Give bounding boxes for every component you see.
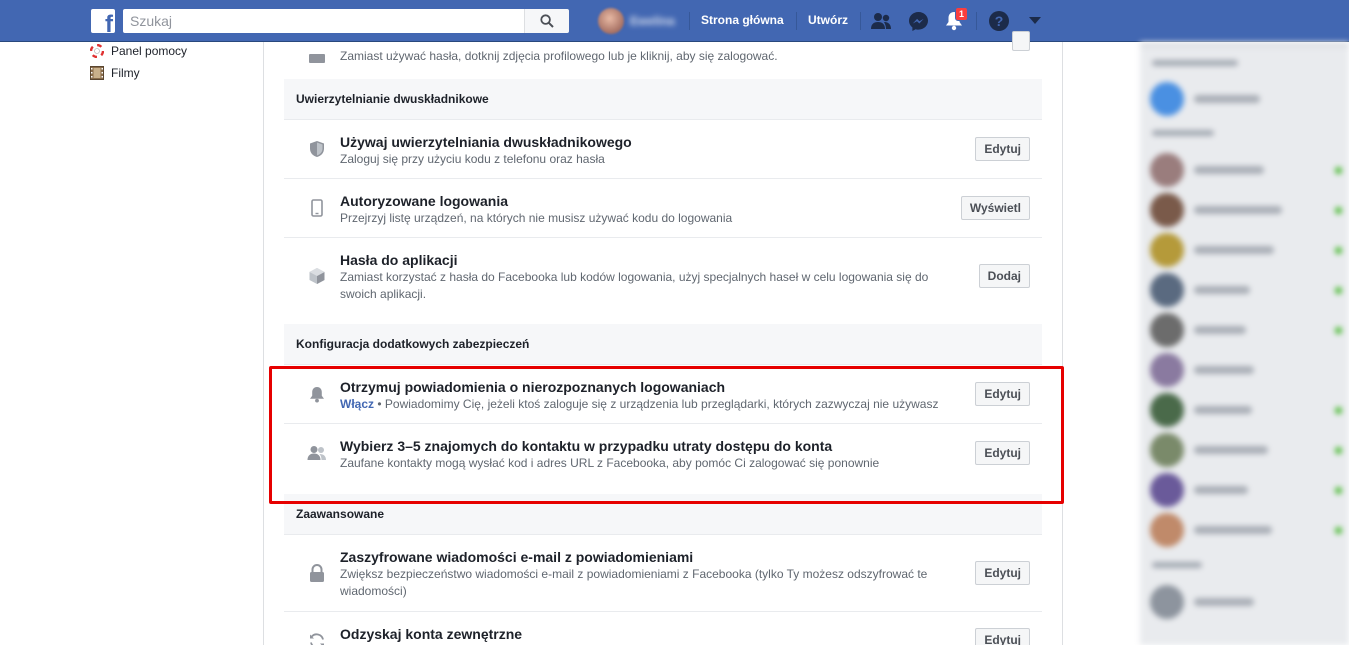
- chat-contact[interactable]: [1150, 353, 1349, 389]
- chat-section-label: [1152, 130, 1214, 136]
- avatar: [1150, 353, 1184, 387]
- contact-name: [1194, 598, 1254, 606]
- contact-name: [1194, 486, 1248, 494]
- lock-icon: [306, 562, 328, 584]
- contact-name: [1194, 246, 1274, 254]
- contact-name: [1194, 366, 1254, 374]
- avatar: [1150, 433, 1184, 467]
- refresh-icon: [306, 630, 328, 645]
- avatar: [1150, 473, 1184, 507]
- edit-button[interactable]: Edytuj: [975, 561, 1030, 585]
- avatar: [1150, 193, 1184, 227]
- chat-contact[interactable]: [1150, 193, 1349, 229]
- chat-sidebar: [1140, 42, 1349, 645]
- phone-icon: [306, 197, 328, 219]
- contact-name: [1194, 95, 1260, 103]
- settings-row-desc: Zamiast używać hasła, dotknij zdjęcia pr…: [340, 49, 778, 63]
- contact-name: [1194, 206, 1282, 214]
- settings-row-title: Hasła do aplikacji: [340, 252, 458, 268]
- online-status-icon: [1335, 487, 1342, 494]
- settings-row-two-factor[interactable]: Używaj uwierzytelniania dwuskładnikowego…: [284, 119, 1042, 178]
- settings-row-app-passwords[interactable]: Hasła do aplikacji Zamiast korzystać z h…: [284, 237, 1042, 324]
- section-heading-two-factor: Uwierzytelnianie dwuskładnikowe: [284, 79, 1042, 119]
- chat-contact[interactable]: [1150, 82, 1349, 118]
- chat-contact[interactable]: [1150, 273, 1349, 309]
- lifebuoy-icon: [89, 43, 105, 59]
- settings-row-desc: Zwiększ bezpieczeństwo wiadomości e-mail…: [340, 567, 928, 598]
- edit-button[interactable]: Edytuj: [975, 137, 1030, 161]
- add-button[interactable]: Dodaj: [978, 264, 1030, 288]
- settings-row-recover-external-accounts[interactable]: Odzyskaj konta zewnętrzne Edytuj: [284, 611, 1042, 645]
- online-status-icon: [1335, 527, 1342, 534]
- contact-name: [1194, 526, 1272, 534]
- avatar: [1150, 585, 1184, 619]
- chat-contact[interactable]: [1150, 393, 1349, 429]
- chat-section-label: [1152, 60, 1238, 66]
- settings-row-title: Zaszyfrowane wiadomości e-mail z powiado…: [340, 549, 694, 565]
- left-nav-label: Panel pomocy: [111, 44, 188, 58]
- avatar: [1150, 153, 1184, 187]
- security-settings-panel: Zamiast używać hasła, dotknij zdjęcia pr…: [263, 31, 1063, 645]
- avatar: [1150, 233, 1184, 267]
- settings-row-title: Odzyskaj konta zewnętrzne: [340, 626, 523, 642]
- online-status-icon: [1335, 167, 1342, 174]
- chat-contact[interactable]: [1150, 513, 1349, 549]
- settings-row-encrypted-emails[interactable]: Zaszyfrowane wiadomości e-mail z powiado…: [284, 534, 1042, 611]
- left-nav-films[interactable]: Filmy: [89, 65, 140, 81]
- chat-contact[interactable]: [1150, 153, 1349, 189]
- settings-row-profile-login: Zamiast używać hasła, dotknij zdjęcia pr…: [284, 22, 1042, 80]
- online-status-icon: [1335, 247, 1342, 254]
- online-status-icon: [1335, 327, 1342, 334]
- notification-count-badge: 1: [955, 7, 969, 21]
- chat-contact[interactable]: [1150, 585, 1349, 621]
- online-status-icon: [1335, 287, 1342, 294]
- avatar: [1150, 393, 1184, 427]
- chat-contact[interactable]: [1150, 473, 1349, 509]
- contact-name: [1194, 326, 1246, 334]
- contact-name: [1194, 166, 1264, 174]
- online-status-icon: [1335, 447, 1342, 454]
- contact-name: [1194, 406, 1252, 414]
- left-nav-help-panel[interactable]: Panel pomocy: [89, 43, 187, 59]
- film-icon: [89, 65, 105, 81]
- online-status-icon: [1335, 207, 1342, 214]
- edit-button[interactable]: [1012, 31, 1030, 51]
- edit-button[interactable]: Edytuj: [975, 628, 1030, 645]
- online-status-icon: [1335, 407, 1342, 414]
- settings-row-title: Autoryzowane logowania: [340, 193, 509, 209]
- chat-contact[interactable]: [1150, 313, 1349, 349]
- settings-row-authorized-logins[interactable]: Autoryzowane logowania Przejrzyj listę u…: [284, 178, 1042, 237]
- contact-name: [1194, 286, 1250, 294]
- avatar: [1150, 273, 1184, 307]
- chat-section-label: [1152, 562, 1202, 568]
- avatar: [1150, 513, 1184, 547]
- settings-row-title: Używaj uwierzytelniania dwuskładnikowego: [340, 134, 632, 150]
- section-heading-extra-security: Konfiguracja dodatkowych zabezpieczeń: [284, 324, 1042, 364]
- facebook-logo-icon[interactable]: f: [91, 9, 115, 33]
- cube-icon: [306, 265, 328, 287]
- chat-contact[interactable]: [1150, 233, 1349, 269]
- view-button[interactable]: Wyświetl: [960, 196, 1030, 220]
- profile-picture-icon: [306, 48, 328, 70]
- chat-contact[interactable]: [1150, 433, 1349, 469]
- settings-row-desc: Zamiast korzystać z hasła do Facebooka l…: [340, 270, 929, 301]
- shield-icon: [306, 138, 328, 160]
- avatar: [1150, 313, 1184, 347]
- settings-row-desc: Przejrzyj listę urządzeń, na których nie…: [340, 211, 733, 225]
- avatar: [1150, 82, 1184, 116]
- chat-top-strip: [1140, 42, 1349, 48]
- left-nav-label: Filmy: [111, 66, 140, 80]
- contact-name: [1194, 446, 1268, 454]
- highlight-annotation-box: [269, 366, 1064, 504]
- settings-row-desc: Zaloguj się przy użyciu kodu z telefonu …: [340, 152, 605, 166]
